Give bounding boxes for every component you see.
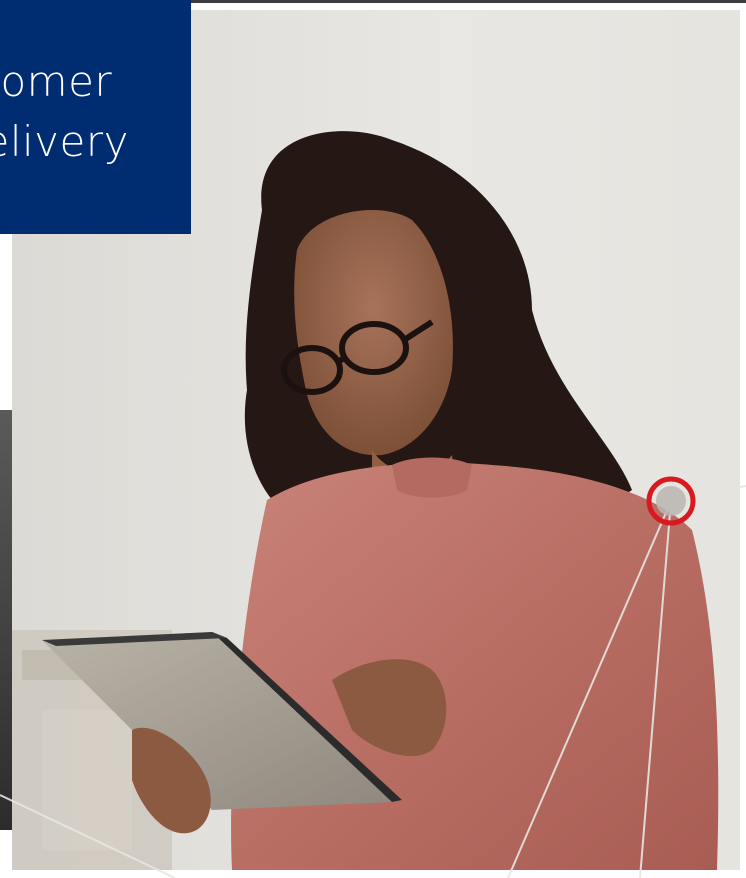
hotspot-ring-icon[interactable] xyxy=(646,476,696,526)
headline-panel: tomer elivery xyxy=(0,0,191,234)
hero-stage: tomer elivery xyxy=(0,0,746,878)
headline: tomer elivery xyxy=(0,52,129,172)
headline-line-2: elivery xyxy=(0,117,129,166)
headline-line-1: tomer xyxy=(0,57,113,106)
